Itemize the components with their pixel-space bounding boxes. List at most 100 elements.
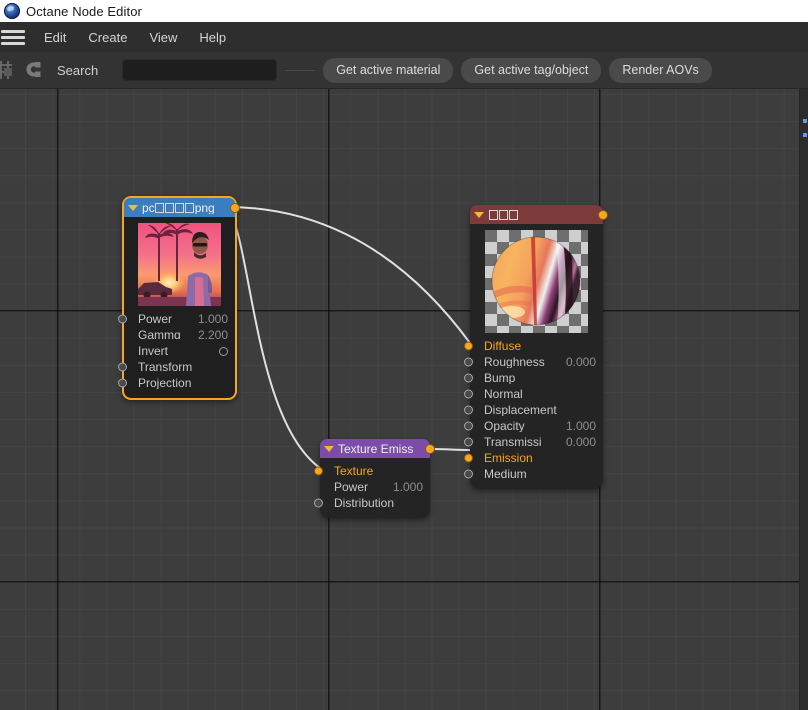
missing-glyph-box (175, 202, 185, 213)
param-label: Diffuse (484, 340, 522, 352)
material-input-port-medium[interactable] (464, 469, 473, 479)
material-input-port-bump[interactable] (464, 373, 473, 383)
param-value[interactable]: 0.000 (566, 435, 596, 449)
node-material-title (488, 209, 598, 221)
image-input-port-projection[interactable] (118, 378, 127, 388)
window-titlebar: Octane Node Editor (0, 0, 808, 22)
collapse-triangle-icon[interactable] (324, 445, 334, 452)
param-row-invert[interactable]: Invert (124, 343, 235, 359)
param-label: Distribution (334, 497, 395, 509)
param-row-texture[interactable]: Texture (314, 463, 430, 479)
param-row-medium[interactable]: Medium (464, 466, 603, 482)
wire-image-to-texture (226, 206, 321, 469)
param-row-transmissi[interactable]: Transmissi 0.000 (464, 434, 603, 450)
param-label: Displacement (484, 404, 557, 416)
rail-marker-icon (803, 133, 807, 137)
param-label: Power (138, 313, 173, 325)
param-label: Roughness (484, 356, 545, 368)
missing-glyph-box (155, 202, 165, 213)
node-image-output-port[interactable] (230, 202, 240, 213)
missing-glyph-box (185, 202, 195, 213)
param-row-opacity[interactable]: Opacity 1.000 (464, 418, 603, 434)
param-row-roughness[interactable]: Roughness 0.000 (464, 354, 603, 370)
param-value[interactable]: 0.000 (566, 355, 596, 369)
get-active-tag-object-button[interactable]: Get active tag/object (461, 57, 602, 83)
param-label: Bump (484, 372, 516, 384)
param-row-transform[interactable]: Transform (118, 359, 235, 375)
octane-logo-icon (4, 3, 20, 19)
collapse-triangle-icon[interactable] (474, 211, 484, 218)
node-material[interactable]: Diffuse Roughness 0.000 Bump Normal Displacem… (464, 205, 608, 489)
render-aovs-button[interactable]: Render AOVs (609, 57, 712, 83)
param-row-gamm-[interactable]: Gammɑ 2.200 (124, 327, 235, 343)
material-input-port-normal[interactable] (464, 389, 473, 399)
node-image-rows: Power 1.000 Gammɑ 2.200 Invert Transform Proje… (118, 306, 235, 398)
param-row-power[interactable]: Power 1.000 (320, 479, 430, 495)
material-sphere-preview-thumbnail (485, 230, 588, 333)
node-emission-rows: Texture Power 1.000 Distribution (314, 458, 430, 518)
image-input-port-power[interactable] (118, 314, 127, 324)
magnet-snap-icon[interactable] (19, 57, 45, 83)
param-label: Emission (484, 452, 533, 464)
material-input-port-displacement[interactable] (464, 405, 473, 415)
search-input[interactable] (122, 59, 278, 81)
param-checkbox[interactable] (219, 346, 228, 356)
node-emission-output-port[interactable] (425, 443, 435, 454)
get-active-material-button[interactable]: Get active material (323, 57, 454, 83)
missing-glyph-box (508, 209, 518, 220)
grid-major-lines (0, 89, 808, 710)
missing-glyph-box (165, 202, 175, 213)
param-label: Normal (484, 388, 523, 400)
param-row-projection[interactable]: Projection (118, 375, 235, 391)
hamburger-menu-icon[interactable] (1, 28, 25, 46)
toolbar: Search Get active material Get active ta… (0, 52, 808, 89)
param-row-displacement[interactable]: Displacement (464, 402, 603, 418)
toolbar-divider (285, 69, 316, 71)
node-material-output-port[interactable] (598, 209, 608, 220)
rail-marker-icon (803, 119, 807, 123)
param-value[interactable]: 1.000 (393, 480, 423, 494)
param-row-diffuse[interactable]: Diffuse (464, 338, 603, 354)
material-input-port-roughness[interactable] (464, 357, 473, 367)
connection-wires (226, 206, 471, 469)
emission-input-port-texture[interactable] (314, 466, 323, 476)
node-emission-title: Texture Emiss (338, 442, 414, 455)
param-row-power[interactable]: Power 1.000 (118, 311, 235, 327)
missing-glyph-box (498, 209, 508, 220)
node-material-rows: Diffuse Roughness 0.000 Bump Normal Displacem… (464, 333, 603, 489)
material-input-port-transmissi[interactable] (464, 437, 473, 447)
node-emission-titlebar[interactable]: Texture Emiss (320, 439, 435, 458)
menu-item-create[interactable]: Create (77, 27, 138, 48)
param-row-emission[interactable]: Emission (464, 450, 603, 466)
node-graph-icon[interactable] (0, 57, 17, 83)
material-input-port-emission[interactable] (464, 453, 473, 463)
grid-minor-lines (0, 89, 808, 710)
material-input-port-diffuse[interactable] (464, 341, 473, 351)
emission-input-port-distribution[interactable] (314, 498, 323, 508)
node-image-texture[interactable]: pc png Power 1.000 Gammɑ 2.200 Invert Tr… (118, 196, 240, 400)
param-row-normal[interactable]: Normal (464, 386, 603, 402)
menu-item-help[interactable]: Help (188, 27, 237, 48)
node-texture-emission[interactable]: Texture Emiss Texture Power 1.000 Distribut… (314, 439, 435, 518)
param-value[interactable]: 1.000 (198, 312, 228, 326)
missing-glyph-box (488, 209, 498, 220)
param-label: Invert (138, 345, 169, 357)
menu-item-view[interactable]: View (138, 27, 188, 48)
param-value[interactable]: 1.000 (566, 419, 596, 433)
param-label: Opacity (484, 420, 525, 432)
param-row-bump[interactable]: Bump (464, 370, 603, 386)
material-input-port-opacity[interactable] (464, 421, 473, 431)
param-label: Projection (138, 377, 192, 389)
menu-item-edit[interactable]: Edit (33, 27, 77, 48)
param-value[interactable]: 2.200 (198, 328, 228, 342)
node-material-titlebar[interactable] (470, 205, 608, 224)
wire-image-to-diffuse (226, 206, 471, 344)
window-title: Octane Node Editor (26, 3, 142, 19)
image-input-port-transform[interactable] (118, 362, 127, 372)
node-image-titlebar[interactable]: pc png (124, 198, 240, 217)
param-label: Medium (484, 468, 527, 480)
node-editor-canvas[interactable]: pc png Power 1.000 Gammɑ 2.200 Invert Tr… (0, 89, 808, 710)
canvas-right-rail[interactable] (799, 89, 808, 710)
collapse-triangle-icon[interactable] (128, 204, 138, 211)
param-row-distribution[interactable]: Distribution (314, 495, 430, 511)
